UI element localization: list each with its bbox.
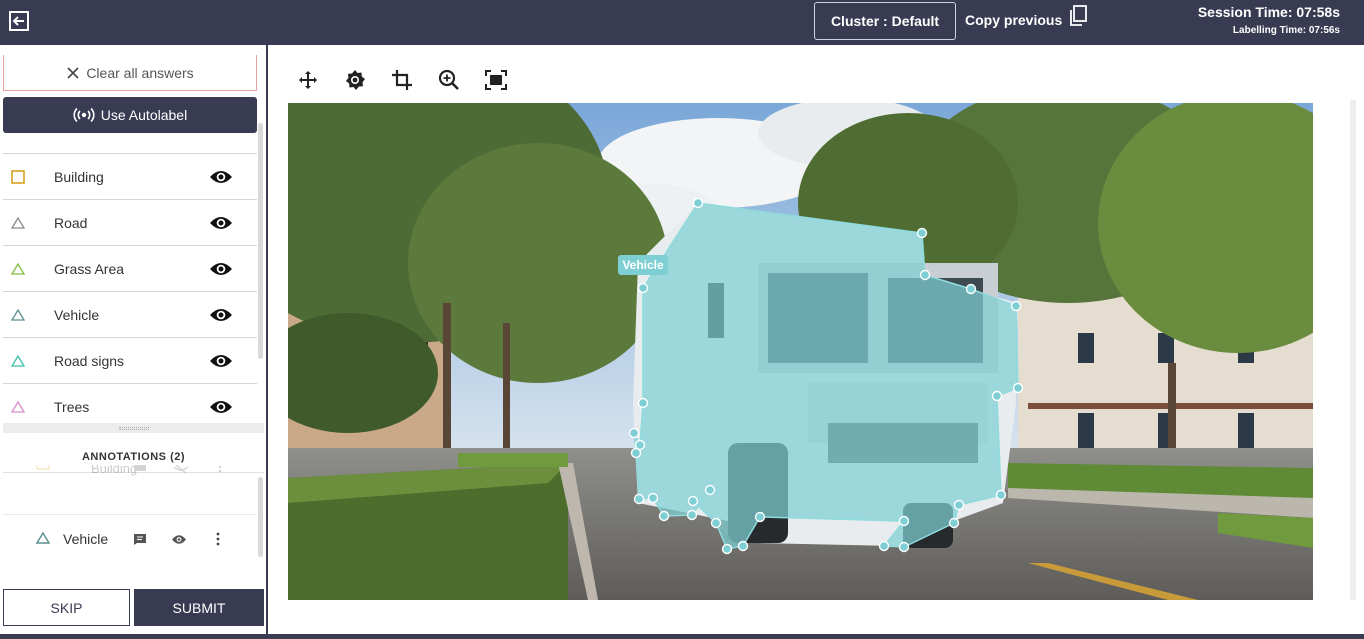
polygon-vertex-handle[interactable] [995, 489, 1007, 501]
labelling-time: Labelling Time: 07:56s [1232, 25, 1340, 36]
label-name: Road [54, 214, 88, 231]
eye-icon[interactable] [171, 534, 187, 545]
polygon-vertex-handle[interactable] [737, 540, 749, 552]
clear-all-answers-button[interactable]: Clear all answers [3, 55, 257, 91]
eye-icon[interactable] [209, 215, 233, 231]
polygon-vertex-handle[interactable] [687, 495, 699, 507]
polygon-vertex-handle[interactable] [710, 517, 722, 529]
polygon-vertex-handle[interactable] [704, 484, 716, 496]
annotation-item-vehicle[interactable]: Vehicle [3, 514, 257, 560]
label-name: Trees [54, 398, 90, 415]
annotation-name: Building [91, 465, 138, 476]
broadcast-icon [73, 107, 95, 123]
copy-previous-button[interactable]: Copy previous [965, 5, 1088, 28]
polygon-vertex-handle[interactable] [948, 517, 960, 529]
bottom-bar [0, 634, 1364, 639]
label-list: Building Road Grass Area Vehicle Road signs T… [3, 153, 257, 429]
exit-icon[interactable] [8, 10, 30, 32]
brightness-icon[interactable] [343, 68, 367, 92]
label-item-grass-area[interactable]: Grass Area [3, 245, 257, 291]
label-name: Vehicle [54, 306, 100, 323]
label-name: Building [54, 168, 104, 185]
top-bar: Cluster : Default Copy previous Session … [0, 0, 1364, 45]
close-icon [67, 66, 79, 79]
polygon-vertex-handle[interactable] [898, 515, 910, 527]
eye-icon[interactable] [209, 261, 233, 277]
polygon-vertex-handle[interactable] [878, 540, 890, 552]
triangle-icon [11, 308, 25, 321]
triangle-icon [36, 532, 50, 544]
more-vertical-icon[interactable] [215, 532, 221, 546]
polygon-vertex-handle[interactable] [647, 492, 659, 504]
eye-icon[interactable] [209, 307, 233, 323]
page-scrollbar[interactable] [1350, 100, 1356, 600]
polygon-vertex-handle[interactable] [754, 511, 766, 523]
copy-icon [1070, 5, 1088, 26]
polygon-vertex-handle[interactable] [919, 269, 931, 281]
annotation-item-faded[interactable]: Building [3, 465, 257, 493]
annotations-scrollbar[interactable] [258, 477, 263, 557]
sidebar: Clear all answers Use Autolabel Building… [0, 45, 268, 639]
skip-button[interactable]: SKIP [3, 589, 130, 626]
polygon-vertex-handle[interactable] [637, 397, 649, 409]
image-canvas[interactable]: Vehicle [288, 103, 1313, 600]
session-time: Session Time: 07:58s [1197, 4, 1340, 20]
polygon-vertex-handle[interactable] [628, 427, 640, 439]
panel-resize-handle[interactable] [3, 423, 264, 433]
cluster-button[interactable]: Cluster : Default [814, 2, 956, 40]
polygon-vertex-handle[interactable] [692, 197, 704, 209]
label-item-road-signs[interactable]: Road signs [3, 337, 257, 383]
polygon-vertex-handle[interactable] [1010, 300, 1022, 312]
polygon-vertex-handle[interactable] [686, 509, 698, 521]
polygon-vertex-handle[interactable] [721, 543, 733, 555]
zoom-in-icon[interactable] [437, 68, 461, 92]
submit-button[interactable]: SUBMIT [134, 589, 264, 626]
label-item-building[interactable]: Building [3, 153, 257, 199]
label-list-scrollbar[interactable] [258, 123, 263, 359]
polygon-vertex-handle[interactable] [953, 499, 965, 511]
polygon-vertex-handle[interactable] [898, 541, 910, 553]
eye-icon[interactable] [209, 169, 233, 185]
polygon-vertex-handle[interactable] [965, 283, 977, 295]
polygon-vertex-handle[interactable] [633, 493, 645, 505]
annotation-name: Vehicle [63, 531, 109, 547]
comment-icon[interactable] [133, 533, 147, 546]
square-icon [11, 169, 25, 184]
polygon-vertex-handle[interactable] [1012, 382, 1024, 394]
eye-icon[interactable] [209, 399, 233, 415]
canvas-toolbar [296, 66, 508, 94]
polygon-vertex-handle[interactable] [658, 510, 670, 522]
polygon-vertex-handle[interactable] [991, 390, 1003, 402]
polygon-vertex-handle[interactable] [637, 282, 649, 294]
move-icon[interactable] [296, 68, 320, 92]
label-name: Road signs [54, 352, 125, 369]
annotation-tag-label: Vehicle [622, 258, 664, 272]
use-autolabel-button[interactable]: Use Autolabel [3, 97, 257, 133]
copy-previous-label: Copy previous [965, 12, 1063, 28]
eye-icon[interactable] [209, 353, 233, 369]
label-item-road[interactable]: Road [3, 199, 257, 245]
triangle-icon [11, 354, 25, 367]
label-item-vehicle[interactable]: Vehicle [3, 291, 257, 337]
polygon-vertex-handle[interactable] [916, 227, 928, 239]
polygon-vertex-handle[interactable] [634, 439, 646, 451]
clear-all-label: Clear all answers [86, 64, 194, 81]
street-scene-image: Vehicle [288, 103, 1313, 600]
crop-icon[interactable] [390, 68, 414, 92]
label-name: Grass Area [54, 260, 125, 277]
fit-screen-icon[interactable] [484, 68, 508, 92]
triangle-icon [11, 262, 25, 275]
use-autolabel-label: Use Autolabel [100, 107, 188, 123]
triangle-icon [11, 400, 25, 413]
triangle-icon [11, 216, 25, 229]
